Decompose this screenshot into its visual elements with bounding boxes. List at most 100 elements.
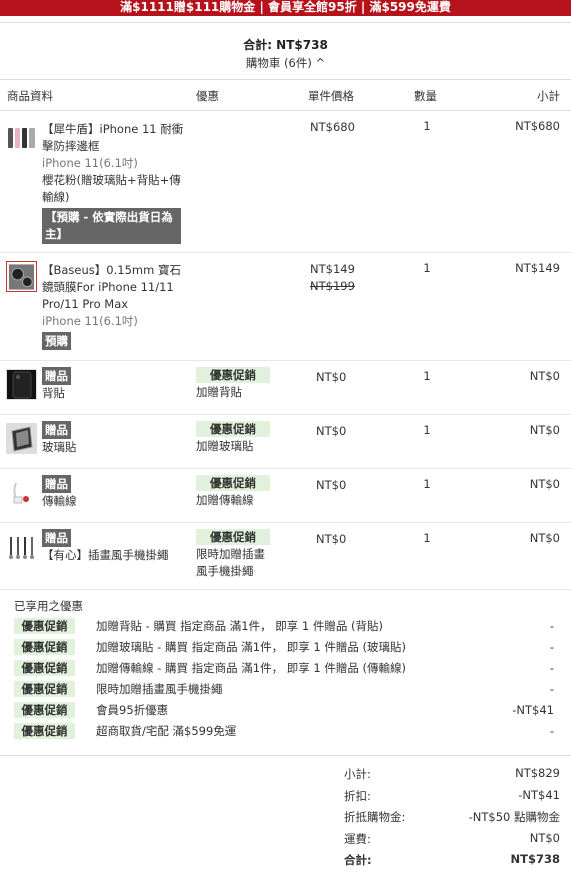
preorder-badge: 預購 <box>42 332 71 350</box>
gift-badge: 贈品 <box>42 421 71 439</box>
promotion-description: 加贈背貼 - 購買 指定商品 滿1件， 即享 1 件贈品 (背貼) <box>96 619 383 633</box>
col-unit-price: 單件價格 <box>308 89 354 103</box>
promotion-amount: - <box>549 724 554 738</box>
summary-shipping-value: NT$0 <box>529 830 560 845</box>
screen-protector-icon <box>10 425 33 452</box>
summary-subtotal-label: 小計: <box>344 767 371 781</box>
promo-text: 加贈背貼 <box>196 385 242 399</box>
applied-promotions-title: 已享用之優惠 <box>14 599 83 613</box>
summary-total-value: NT$738 <box>510 852 560 866</box>
summary-shipping: 運費: NT$0 <box>344 829 560 851</box>
line-subtotal: NT$680 <box>515 119 560 133</box>
col-subtotal: 小計 <box>537 89 560 103</box>
promotion-description: 限時加贈插畫風手機掛繩 <box>96 682 223 696</box>
line-subtotal: NT$149 <box>515 261 560 275</box>
promo-badge: 優惠促銷 <box>14 639 75 655</box>
promotion-amount: - <box>549 619 554 633</box>
promo-text: 加贈玻璃貼 <box>196 439 254 453</box>
line-subtotal: NT$0 <box>529 531 560 545</box>
product-spec: iPhone 11(6.1吋) <box>42 156 138 170</box>
product-name[interactable]: 【Baseus】0.15mm 寶石鏡頭膜For iPhone 11/11 Pro… <box>42 262 186 313</box>
promo-badge: 優惠促銷 <box>14 660 75 676</box>
summary-shipping-label: 運費: <box>344 831 371 846</box>
product-spec: iPhone 11(6.1吋) <box>42 314 138 328</box>
unit-price: NT$0 <box>316 478 347 492</box>
line-subtotal: NT$0 <box>529 423 560 437</box>
summary-discount-label: 折扣: <box>344 788 371 803</box>
promo-badge: 優惠促銷 <box>14 681 75 697</box>
product-thumbnail[interactable] <box>6 261 37 292</box>
product-info: 【Baseus】0.15mm 寶石鏡頭膜For iPhone 11/11 Pro… <box>42 262 186 350</box>
unit-price: NT$0 <box>316 370 347 384</box>
unit-price: NT$0 <box>316 424 347 438</box>
product-variant: 櫻花粉(贈玻璃貼+背貼+傳輸線) <box>42 173 181 204</box>
promo-text: 加贈傳輸線 <box>196 493 254 507</box>
line-subtotal: NT$0 <box>529 369 560 383</box>
product-thumbnail[interactable] <box>6 369 37 400</box>
summary-discount: 折扣: -NT$41 <box>344 786 560 808</box>
summary-discount-value: -NT$41 <box>518 787 560 802</box>
product-name[interactable]: 【犀牛盾】iPhone 11 耐衝擊防摔邊框 <box>42 121 186 155</box>
promotion-row: 優惠促銷 加贈傳輸線 - 購買 指定商品 滿1件， 即享 1 件贈品 (傳輸線)… <box>14 660 559 677</box>
table-row: 【Baseus】0.15mm 寶石鏡頭膜For iPhone 11/11 Pro… <box>0 253 571 361</box>
table-header: 商品資料 優惠 單件價格 數量 小計 <box>0 79 571 111</box>
promo-badge: 優惠促銷 <box>196 367 270 383</box>
quantity: 1 <box>423 261 431 275</box>
table-row: 贈品 背貼 優惠促銷 加贈背貼 NT$0 1 NT$0 <box>0 361 571 415</box>
promotion-row: 優惠促銷 加贈背貼 - 購買 指定商品 滿1件， 即享 1 件贈品 (背貼) - <box>14 618 559 635</box>
product-thumbnail[interactable] <box>6 122 37 153</box>
col-product: 商品資料 <box>7 89 53 103</box>
summary-subtotal: 小計: NT$829 <box>344 764 560 786</box>
quantity: 1 <box>423 119 431 133</box>
cart-total-header: 合計: NT$738 購物車 (6件) ^ <box>0 22 571 72</box>
promo-badge: 優惠促銷 <box>196 529 270 545</box>
gift-badge: 贈品 <box>42 529 71 547</box>
unit-price: NT$680 <box>310 120 355 134</box>
gift-badge: 贈品 <box>42 367 71 385</box>
lens-film-icon <box>8 263 35 290</box>
promo-cell: 優惠促銷 限時加贈插畫風手機掛繩 <box>196 529 272 580</box>
promo-banner[interactable]: 滿$1111贈$111購物金 | 會員享全館95折 | 滿$599免運費 <box>0 0 571 16</box>
product-thumbnail[interactable] <box>6 531 37 562</box>
unit-price: NT$0 <box>316 532 347 546</box>
quantity: 1 <box>423 531 431 545</box>
promo-text: 限時加贈插畫風手機掛繩 <box>196 547 265 578</box>
product-info: 贈品 【有心】插畫風手機掛繩 <box>42 529 192 564</box>
product-name[interactable]: 玻璃貼 <box>42 439 186 456</box>
promotion-amount: -NT$41 <box>512 703 554 717</box>
product-name[interactable]: 【有心】插畫風手機掛繩 <box>42 547 192 564</box>
promotion-amount: - <box>549 640 554 654</box>
gift-badge: 贈品 <box>42 475 71 493</box>
promo-badge: 優惠促銷 <box>14 723 75 739</box>
col-qty: 數量 <box>414 89 437 103</box>
applied-promotions: 已享用之優惠 優惠促銷 加贈背貼 - 購買 指定商品 滿1件， 即享 1 件贈品… <box>0 592 571 756</box>
promotion-description: 加贈傳輸線 - 購買 指定商品 滿1件， 即享 1 件贈品 (傳輸線) <box>96 661 406 675</box>
promo-cell: 優惠促銷 加贈玻璃貼 <box>196 421 272 455</box>
product-info: 【犀牛盾】iPhone 11 耐衝擊防摔邊框 iPhone 11(6.1吋) 櫻… <box>42 121 186 244</box>
product-name[interactable]: 傳輸線 <box>42 493 186 510</box>
table-row: 贈品 傳輸線 優惠促銷 加贈傳輸線 NT$0 1 NT$0 <box>0 469 571 523</box>
line-subtotal: NT$0 <box>529 477 560 491</box>
summary-credit-value: -NT$50 點購物金 <box>468 810 560 824</box>
promo-banner-text: 滿$1111贈$111購物金 | 會員享全館95折 | 滿$599免運費 <box>120 0 451 14</box>
promotion-description: 加贈玻璃貼 - 購買 指定商品 滿1件， 即享 1 件贈品 (玻璃貼) <box>96 640 406 654</box>
back-sticker-icon <box>12 371 31 398</box>
preorder-badge: 【預購 - 依實際出貨日為主】 <box>42 208 181 244</box>
promo-cell: 優惠促銷 加贈背貼 <box>196 367 272 401</box>
promo-cell: 優惠促銷 加贈傳輸線 <box>196 475 272 509</box>
quantity: 1 <box>423 423 431 437</box>
promo-badge: 優惠促銷 <box>196 475 270 491</box>
cart-toggle-button[interactable]: 購物車 (6件) ^ <box>0 55 571 71</box>
quantity: 1 <box>423 369 431 383</box>
summary-credit: 折抵購物金: -NT$50 點購物金 <box>344 807 560 829</box>
product-info: 贈品 傳輸線 <box>42 475 186 510</box>
product-thumbnail[interactable] <box>6 477 37 508</box>
summary-credit-label: 折抵購物金: <box>344 810 406 824</box>
product-thumbnail[interactable] <box>6 423 37 454</box>
product-info: 贈品 背貼 <box>42 367 186 402</box>
promotion-amount: - <box>549 682 554 696</box>
table-row: 贈品 玻璃貼 優惠促銷 加贈玻璃貼 NT$0 1 NT$0 <box>0 415 571 469</box>
product-name[interactable]: 背貼 <box>42 385 186 402</box>
promotion-description: 超商取貨/宅配 滿$599免運 <box>96 724 237 738</box>
promo-badge: 優惠促銷 <box>196 421 270 437</box>
